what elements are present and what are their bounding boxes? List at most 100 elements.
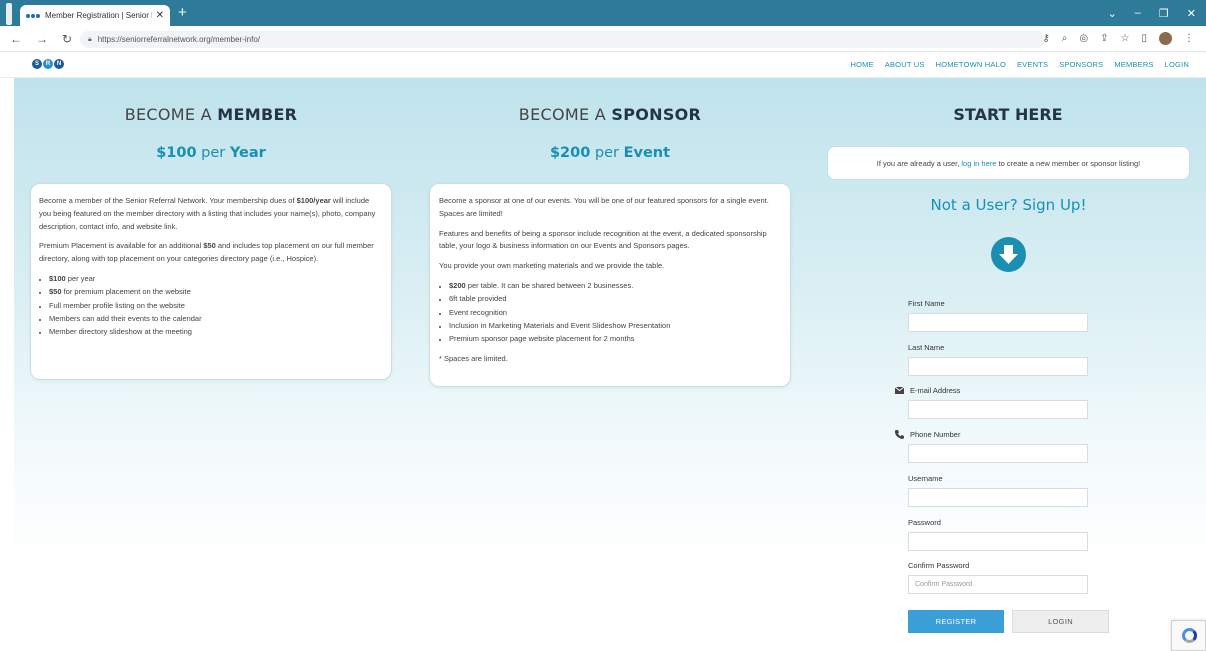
menu-dots-icon[interactable]: ⋮ [1184, 33, 1194, 44]
text: Full member profile listing on the websi… [49, 300, 185, 310]
start-here-heading: START HERE [953, 105, 1063, 124]
label-text: E-mail Address [910, 386, 961, 395]
price-unit: Event [623, 145, 671, 161]
label-text: Phone Number [910, 430, 961, 439]
username-input[interactable] [908, 488, 1088, 507]
lock-icon: 🔒︎ [88, 35, 92, 43]
close-window-icon[interactable]: ✕ [1187, 7, 1196, 20]
first-name-input[interactable] [908, 313, 1088, 332]
list-item: $50 for premium placement on the website [49, 286, 383, 299]
text: Members can add their events to the cale… [49, 313, 202, 323]
nav-login[interactable]: LOGIN [1165, 60, 1189, 69]
list-item: Members can add their events to the cale… [49, 313, 383, 326]
logo-letter: N [54, 59, 64, 69]
label-text: Username [908, 474, 943, 483]
nav-hometown-halo[interactable]: HOMETOWN HALO [936, 60, 1006, 69]
nav-events[interactable]: EVENTS [1017, 60, 1048, 69]
text: 6ft table provided [449, 294, 507, 304]
list-item: Premium sponsor page website placement f… [449, 333, 781, 346]
text: Inclusion in Marketing Materials and Eve… [449, 320, 671, 330]
site-logo[interactable]: S R N [32, 59, 64, 69]
nav-members[interactable]: MEMBERS [1114, 60, 1153, 69]
list-item: Full member profile listing on the websi… [49, 300, 383, 313]
url-input[interactable]: 🔒︎ https://seniorreferralnetwork.org/mem… [80, 31, 1045, 48]
sidepanel-icon[interactable]: ▯ [1141, 33, 1147, 44]
zoom-icon[interactable]: ⌕ [1062, 33, 1068, 44]
arrow-down-icon [991, 237, 1026, 272]
sponsor-footnote: * Spaces are limited. [439, 353, 508, 363]
email-input[interactable] [908, 400, 1088, 419]
username-label: Username [908, 474, 943, 483]
text: If you are already a user, [876, 158, 960, 168]
member-para-2: Premium Placement is available for an ad… [39, 240, 383, 266]
browser-tab[interactable]: Member Registration | Senior R ✕ [20, 5, 170, 26]
list-item: Inclusion in Marketing Materials and Eve… [449, 320, 781, 333]
address-bar: ← → ↻ 🔒︎ https://seniorreferralnetwork.o… [0, 26, 1206, 52]
reload-icon[interactable]: ↻ [62, 32, 72, 46]
tab-close-icon[interactable]: ✕ [156, 10, 164, 21]
member-para-1: Become a member of the Senior Referral N… [39, 195, 383, 233]
bookmark-star-icon[interactable]: ☆ [1121, 33, 1130, 44]
label-text: Password [908, 518, 941, 527]
phone-input[interactable] [908, 444, 1088, 463]
login-button[interactable]: LOGIN [1012, 610, 1109, 633]
label-text: Confirm Password [908, 561, 970, 570]
forward-icon[interactable]: → [36, 32, 48, 46]
maximize-icon[interactable]: ❐ [1159, 7, 1169, 20]
price-amount: $200 [549, 145, 591, 161]
favicon-icon [26, 13, 40, 18]
list-item: 6ft table provided [449, 293, 781, 306]
last-name-input[interactable] [908, 357, 1088, 376]
recaptcha-badge[interactable] [1171, 620, 1206, 651]
label-text: Last Name [908, 343, 945, 352]
minimize-icon[interactable]: – [1135, 7, 1141, 19]
nav-home[interactable]: HOME [850, 60, 873, 69]
sponsor-benefits-list: $200 per table. It can be shared between… [439, 280, 781, 346]
new-tab-button[interactable]: + [178, 5, 187, 20]
register-button[interactable]: REGISTER [908, 610, 1004, 633]
text: Premium Placement is available for an ad… [39, 241, 204, 251]
recaptcha-icon [1182, 628, 1197, 643]
logo-letter: R [43, 59, 53, 69]
toolbar-icons: ⚷ ⌕ ◎ ⇪ ☆ ▯ ⋮ [1042, 32, 1194, 45]
price-per: per [201, 145, 226, 161]
password-input[interactable] [908, 532, 1088, 551]
heading-prefix: BECOME A [124, 105, 212, 124]
sponsor-price: $200 per Event [429, 145, 791, 161]
profile-avatar[interactable] [1159, 32, 1172, 45]
site-header: S R N HOME ABOUT US HOMETOWN HALO EVENTS… [0, 52, 1206, 78]
sidebar-stripe [6, 3, 12, 25]
eye-off-icon[interactable]: ◎ [1079, 33, 1088, 44]
login-here-link[interactable]: log in here [961, 159, 996, 168]
price-amount: $100 [156, 145, 197, 161]
member-info-card: Become a member of the Senior Referral N… [30, 183, 392, 380]
back-icon[interactable]: ← [10, 32, 22, 46]
nav-about-us[interactable]: ABOUT US [885, 60, 925, 69]
tab-search-icon[interactable]: ⌄ [1108, 7, 1117, 20]
nav-sponsors[interactable]: SPONSORS [1059, 60, 1103, 69]
sponsor-heading: BECOME A SPONSOR [429, 105, 791, 124]
share-icon[interactable]: ⇪ [1100, 33, 1108, 44]
first-name-label: First Name [908, 299, 945, 308]
main-nav: HOME ABOUT US HOMETOWN HALO EVENTS SPONS… [850, 60, 1189, 69]
signup-heading: Not a User? Sign Up! [930, 196, 1087, 214]
sponsor-info-card: Become a sponsor at one of our events. Y… [429, 183, 791, 387]
price-unit: Year [229, 145, 266, 161]
window-controls: ⌄ – ❐ ✕ [1108, 0, 1206, 26]
list-item: $100 per year [49, 273, 383, 286]
heading-strong: MEMBER [217, 105, 298, 124]
text: to create a new member or sponsor listin… [998, 158, 1141, 168]
text-strong: $200 [449, 280, 466, 290]
confirm-password-input[interactable]: Confirm Password [908, 575, 1088, 594]
text: Become a member of the Senior Referral N… [39, 196, 297, 205]
text-strong: $50 [49, 287, 62, 297]
member-benefits-list: $100 per year $50 for premium placement … [39, 273, 383, 339]
list-item: Member directory slideshow at the meetin… [49, 326, 383, 339]
password-label: Password [908, 518, 941, 527]
label-text: First Name [908, 299, 945, 308]
key-icon[interactable]: ⚷ [1042, 33, 1049, 44]
tab-title: Member Registration | Senior R [45, 11, 152, 20]
text: per year [65, 273, 96, 283]
text: per table. It can be shared between 2 bu… [465, 280, 634, 290]
heading-strong: SPONSOR [611, 105, 702, 124]
